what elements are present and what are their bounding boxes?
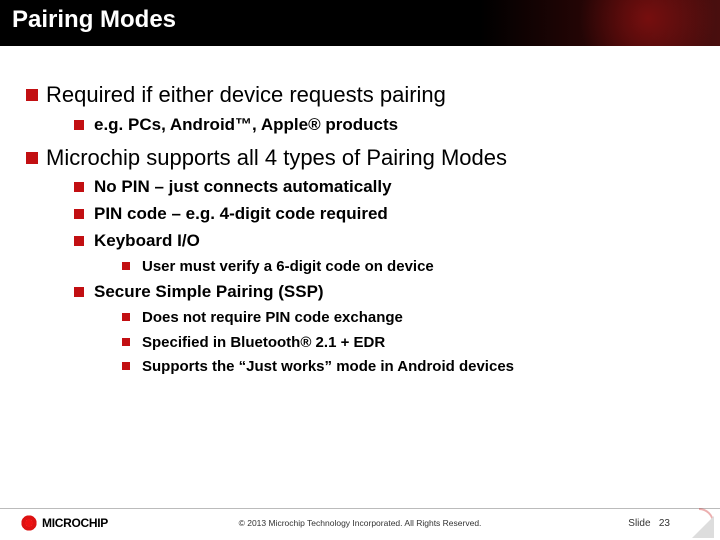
bullet-l2: No PIN – just connects automatically bbox=[72, 176, 702, 199]
bullet-text: Does not require PIN code exchange bbox=[142, 309, 403, 326]
bullet-l1: Required if either device requests pairi… bbox=[24, 80, 702, 137]
bullet-l3: Specified in Bluetooth® 2.1 + EDR bbox=[120, 333, 702, 353]
slide-title: Pairing Modes bbox=[12, 6, 708, 34]
bullet-text: No PIN – just connects automatically bbox=[94, 177, 392, 196]
bullet-l1: Microchip supports all 4 types of Pairin… bbox=[24, 143, 702, 377]
page-curl-icon bbox=[686, 510, 714, 538]
bullet-text: e.g. PCs, Android™, Apple® products bbox=[94, 115, 398, 134]
bullet-text: Secure Simple Pairing (SSP) bbox=[94, 282, 324, 301]
footer: MICROCHIP © 2013 Microchip Technology In… bbox=[0, 506, 720, 540]
microchip-logo: MICROCHIP bbox=[20, 514, 108, 532]
page-number: Slide 23 bbox=[628, 518, 670, 529]
bullet-l2: Secure Simple Pairing (SSP) Does not req… bbox=[72, 281, 702, 377]
bullet-text: PIN code – e.g. 4-digit code required bbox=[94, 204, 388, 223]
bullet-l2: PIN code – e.g. 4-digit code required bbox=[72, 203, 702, 226]
bullet-text: Specified in Bluetooth® 2.1 + EDR bbox=[142, 334, 385, 351]
bullet-text: Microchip supports all 4 types of Pairin… bbox=[46, 145, 507, 170]
bullet-text: Required if either device requests pairi… bbox=[46, 82, 446, 107]
page-num-value: 23 bbox=[659, 518, 670, 529]
slide-content: Required if either device requests pairi… bbox=[0, 46, 720, 377]
bullet-text: Keyboard I/O bbox=[94, 231, 200, 250]
bullet-l3: User must verify a 6-digit code on devic… bbox=[120, 257, 702, 277]
microchip-logo-text: MICROCHIP bbox=[42, 516, 108, 530]
bullet-l2: Keyboard I/O User must verify a 6-digit … bbox=[72, 230, 702, 277]
title-bar: Pairing Modes bbox=[0, 0, 720, 46]
copyright-text: © 2013 Microchip Technology Incorporated… bbox=[239, 518, 482, 528]
page-label: Slide bbox=[628, 518, 650, 529]
bullet-l2: e.g. PCs, Android™, Apple® products bbox=[72, 114, 702, 137]
bullet-l3: Does not require PIN code exchange bbox=[120, 308, 702, 328]
microchip-logo-icon bbox=[20, 514, 38, 532]
bullet-l3: Supports the “Just works” mode in Androi… bbox=[120, 357, 702, 377]
bullet-text: Supports the “Just works” mode in Androi… bbox=[142, 358, 514, 375]
bullet-text: User must verify a 6-digit code on devic… bbox=[142, 258, 434, 275]
